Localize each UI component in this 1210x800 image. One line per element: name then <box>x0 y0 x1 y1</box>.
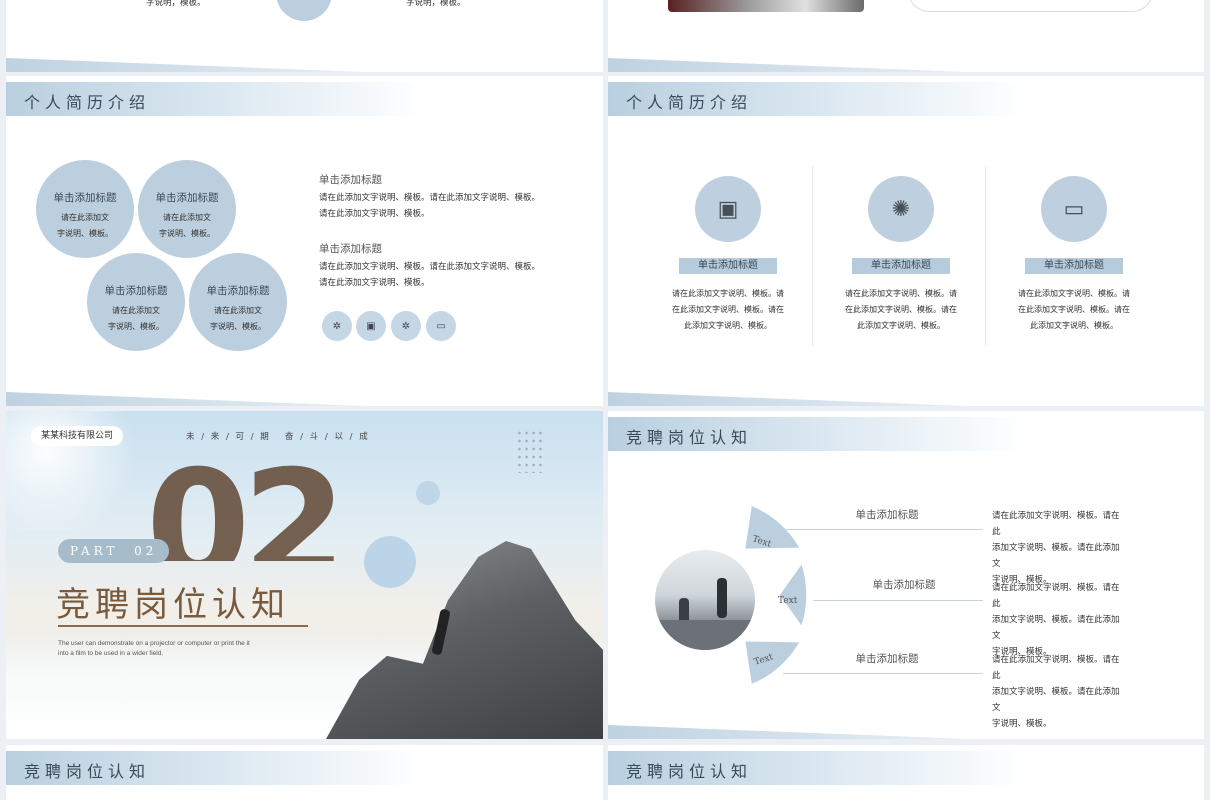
cover-title: 竞聘岗位认知 <box>56 585 290 625</box>
text-block-desc: 请在此添加文字说明、模板。请在此添加文字说明、模板。 请在此添加文字说明、模板。 <box>319 192 541 218</box>
circle-desc: 请在此添加文 字说明、模板。 <box>108 306 164 331</box>
decor-circle-small <box>416 481 440 505</box>
text-block-title: 单击添加标题 <box>319 243 382 255</box>
item-connector <box>783 529 983 530</box>
column-desc: 请在此添加文字说明、模板。请 在此添加文字说明、模板。请在 此添加文字说明、模板… <box>845 289 957 330</box>
circle-desc-fragment: 字说明，模板。 <box>406 0 466 7</box>
item-desc: 请在此添加文字说明、模板。请在此 添加文字说明、模板。请在此添加文 字说明、模板… <box>992 654 1120 728</box>
photo-fragment <box>668 0 864 12</box>
atom-icon: ✺ <box>868 176 934 242</box>
column-desc: 请在此添加文字说明、模板。请 在此添加文字说明、模板。请在 此添加文字说明、模板… <box>1018 289 1130 330</box>
slogan: 未 / 来 / 可 / 期 奋 / 斗 / 以 / 成 <box>186 432 370 442</box>
slide-bottom-band <box>6 392 365 406</box>
dot-grid <box>516 429 544 473</box>
slide-resume-columns[interactable]: 个人简历介绍 ▣ 单击添加标题 请在此添加文字说明、模板。请 在此添加文字说明、… <box>608 76 1204 406</box>
text-block-title: 单击添加标题 <box>319 174 382 186</box>
column-divider <box>985 166 986 346</box>
item-connector <box>813 600 983 601</box>
slide-position-diagram[interactable]: 竞聘岗位认知 Text Text Text 单击添加标题 请在此添加文字说明、模… <box>608 411 1204 739</box>
slide-bottom-band <box>608 392 966 406</box>
slide-header: 竞聘岗位认知 <box>6 751 426 785</box>
info-circle: 单击添加标题 请在此添加文 字说明、模板。 <box>36 160 134 258</box>
slide-header: 个人简历介绍 <box>6 82 426 116</box>
presentation-icon: ▭ <box>426 311 456 341</box>
slide-bottom-band <box>608 58 966 72</box>
info-circle: 单击添加标题 请在此添加文 字说明、模板。 <box>87 253 185 351</box>
big-number: 02 <box>146 451 339 561</box>
cover-subtitle: The user can demonstrate on a projector … <box>58 640 250 657</box>
segment-middle <box>776 558 810 632</box>
circle-desc: 请在此添加文 字说明、模板。 <box>57 213 113 238</box>
decor-circle <box>364 536 416 588</box>
circle-title: 单击添加标题 <box>104 285 168 297</box>
office-photo <box>652 547 758 653</box>
circle-title: 单击添加标题 <box>206 285 270 297</box>
atom-icon: ✲ <box>391 311 421 341</box>
safe-icon: ▣ <box>356 311 386 341</box>
column-divider <box>812 166 813 346</box>
item-title: 单击添加标题 <box>872 579 936 591</box>
slide-bottom-band <box>6 58 365 72</box>
column-desc: 请在此添加文字说明、模板。请 在此添加文字说明、模板。请在 此添加文字说明、模板… <box>672 289 784 330</box>
slide-bottom-left[interactable]: 竞聘岗位认知 <box>6 745 603 800</box>
part-pill: PART 02 <box>58 539 170 563</box>
slide-bottom-right[interactable]: 竞聘岗位认知 <box>608 745 1204 800</box>
circle-shape <box>276 0 332 21</box>
slide-title: 竞聘岗位认知 <box>626 762 753 781</box>
desk-surface <box>655 620 755 650</box>
slide-resume-circles[interactable]: 个人简历介绍 单击添加标题 请在此添加文 字说明、模板。 单击添加标题 请在此添… <box>6 76 603 406</box>
gear-icon: ✲ <box>322 311 352 341</box>
segment-text: Text <box>778 596 798 606</box>
column-label: 单击添加标题 <box>1025 258 1123 274</box>
circle-title: 单击添加标题 <box>53 192 117 204</box>
item-connector <box>783 673 983 674</box>
column-label: 单击添加标题 <box>852 258 950 274</box>
item-title: 单击添加标题 <box>855 653 919 665</box>
title-underline <box>58 625 308 627</box>
person-figure <box>717 578 727 618</box>
info-circle: 单击添加标题 请在此添加文 字说明、模板。 <box>138 160 236 258</box>
slide-header: 竞聘岗位认知 <box>608 751 1028 785</box>
circle-title: 单击添加标题 <box>155 192 219 204</box>
slide-title: 个人简历介绍 <box>626 93 753 112</box>
slide-header: 个人简历介绍 <box>608 82 1028 116</box>
slide-top-right[interactable] <box>608 0 1204 72</box>
circle-desc-fragment: 字说明，模板。 <box>146 0 206 7</box>
circle-desc: 请在此添加文 字说明、模板。 <box>210 306 266 331</box>
text-block-desc: 请在此添加文字说明、模板。请在此添加文字说明、模板。 请在此添加文字说明、模板。 <box>319 261 541 287</box>
slide-top-left[interactable]: 字说明，模板。 字说明，模板。 <box>6 0 603 72</box>
rounded-box-fragment <box>908 0 1153 12</box>
slide-cover[interactable]: 某某科技有限公司 未 / 来 / 可 / 期 奋 / 斗 / 以 / 成 02 … <box>6 411 603 739</box>
item-desc: 请在此添加文字说明、模板。请在此 添加文字说明、模板。请在此添加文 字说明、模板… <box>992 582 1120 656</box>
info-circle: 单击添加标题 请在此添加文 字说明、模板。 <box>189 253 287 351</box>
item-title: 单击添加标题 <box>855 509 919 521</box>
safe-icon: ▣ <box>695 176 761 242</box>
company-badge: 某某科技有限公司 <box>31 426 124 446</box>
column-label: 单击添加标题 <box>679 258 777 274</box>
slide-title: 竞聘岗位认知 <box>24 762 151 781</box>
circle-desc: 请在此添加文 字说明、模板。 <box>159 213 215 238</box>
item-desc: 请在此添加文字说明、模板。请在此 添加文字说明、模板。请在此添加文 字说明、模板… <box>992 510 1120 584</box>
presentation-icon: ▭ <box>1041 176 1107 242</box>
slide-title: 个人简历介绍 <box>24 93 151 112</box>
